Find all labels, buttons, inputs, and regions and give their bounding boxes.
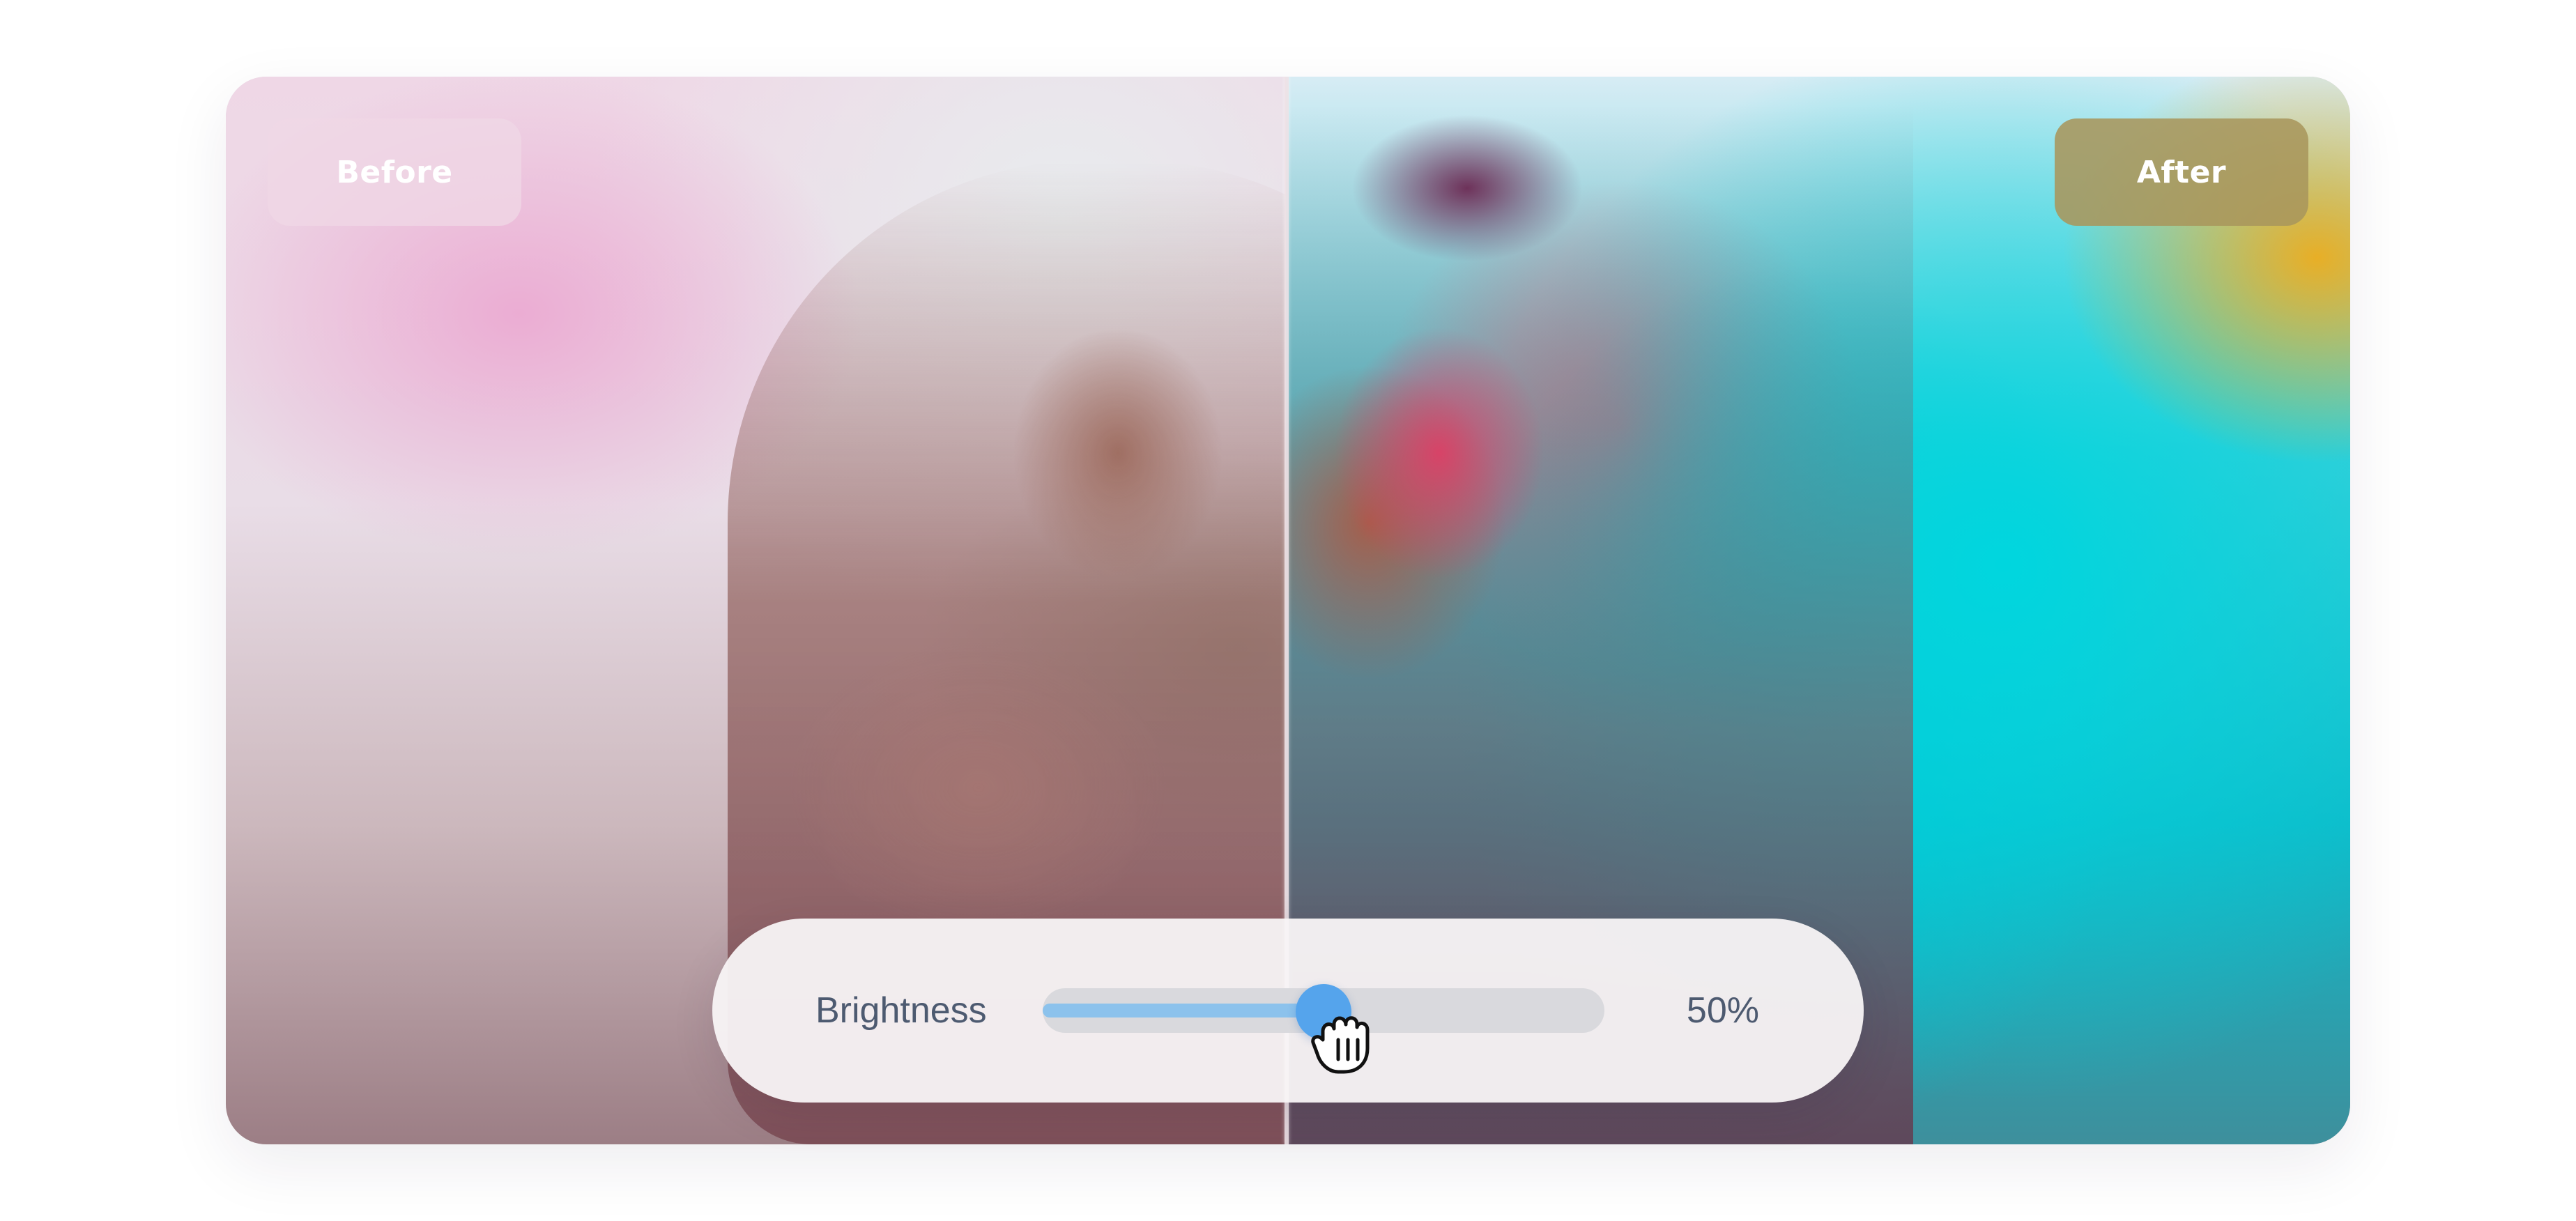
before-label: Before xyxy=(268,118,521,226)
after-label: After xyxy=(2055,118,2308,226)
brightness-slider-fill xyxy=(1043,1004,1324,1017)
brightness-value: 50% xyxy=(1686,990,1759,1031)
brightness-label: Brightness xyxy=(815,990,987,1031)
before-label-text: Before xyxy=(336,154,453,190)
grab-hand-icon xyxy=(1311,1016,1370,1074)
brightness-control-panel: Brightness 50% xyxy=(712,919,1864,1103)
comparison-stage: Before After Brightness 50% xyxy=(0,0,2576,1221)
after-label-text: After xyxy=(2136,154,2227,190)
